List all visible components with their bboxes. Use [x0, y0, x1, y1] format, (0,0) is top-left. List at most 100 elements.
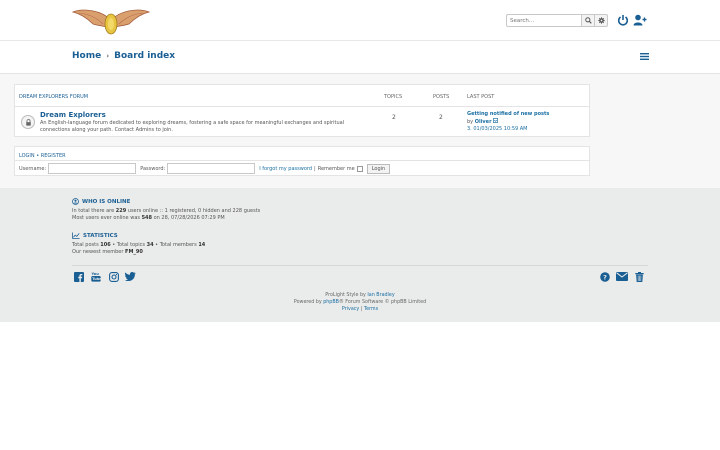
username-label: Username: — [19, 165, 47, 172]
breadcrumb: Home › Board index — [72, 51, 175, 61]
forum-description: An English-language forum dedicated to e… — [40, 120, 345, 133]
stat-topics-label: • Total topics — [110, 242, 147, 248]
login-link[interactable]: LOGIN — [19, 153, 35, 159]
search-box — [506, 14, 608, 27]
instagram-icon — [108, 271, 119, 282]
stat-topics: 34 — [146, 242, 154, 248]
delete-cookies-link[interactable] — [633, 270, 646, 283]
power-icon — [617, 15, 629, 26]
col-last-post: LAST POST — [467, 94, 495, 100]
twitter-icon — [125, 272, 136, 281]
statistics-title: STATISTICS — [83, 232, 118, 239]
forum-category-link[interactable]: DREAM EXPLORERS FORUM — [19, 94, 88, 100]
login-power-button[interactable] — [616, 13, 630, 27]
password-label: Password: — [140, 165, 166, 172]
newest-member-link[interactable]: FM_90 — [125, 249, 143, 255]
quick-login-panel: LOGIN • REGISTER Username: Password: I f… — [14, 146, 590, 176]
users-icon — [72, 198, 79, 205]
statistics-heading: STATISTICS — [72, 232, 118, 239]
instagram-link[interactable] — [107, 270, 120, 283]
stat-posts: 106 — [100, 242, 111, 248]
forgot-password-link[interactable]: I forgot my password — [259, 166, 312, 172]
online-stats-text: In total there are 229 users online :: 1… — [72, 208, 260, 222]
phpbb-link[interactable]: phpBB — [323, 300, 339, 305]
password-field[interactable] — [167, 163, 256, 174]
trash-icon — [635, 271, 644, 282]
last-post-title-link[interactable]: Getting notified of new posts — [467, 111, 549, 117]
forum-row: Dream Explorers An English-language foru… — [15, 107, 589, 137]
online-line1-a: In total there are — [72, 208, 116, 214]
statistics-text: Total posts 106 • Total topics 34 • Tota… — [72, 242, 205, 256]
top-header — [0, 0, 720, 41]
terms-link[interactable]: Terms — [364, 307, 378, 312]
svg-text:You: You — [91, 272, 99, 276]
register-link[interactable]: REGISTER — [41, 153, 66, 159]
lock-icon — [25, 118, 31, 126]
forum-list: DREAM EXPLORERS FORUM TOPICS POSTS LAST … — [14, 84, 590, 137]
advanced-search-button[interactable] — [595, 14, 608, 27]
stat-posts-label: Total posts — [72, 242, 101, 248]
online-line1-b: users online :: 1 registered, 0 hidden a… — [126, 208, 261, 214]
login-form: Username: Password: I forgot my password… — [19, 163, 391, 174]
page-bottom-blank — [0, 322, 720, 450]
last-post-info: Getting notified of new posts by Oliver … — [467, 111, 549, 133]
remember-me-label: Remember me — [317, 165, 355, 172]
login-bullet: • — [36, 153, 40, 159]
privacy-link[interactable]: Privacy — [342, 307, 359, 312]
remember-me-checkbox[interactable] — [356, 165, 363, 172]
search-button[interactable] — [582, 14, 595, 27]
search-input[interactable] — [506, 14, 582, 27]
contact-link[interactable] — [615, 270, 628, 283]
stat-members-label: • Total members — [153, 242, 199, 248]
forum-topics-count: 2 — [392, 114, 396, 121]
login-pipe: | — [314, 165, 316, 172]
envelope-icon — [615, 272, 628, 281]
col-topics: TOPICS — [384, 94, 403, 100]
facebook-link[interactable] — [72, 270, 85, 283]
credit-style-author-link[interactable]: Ian Bradley — [367, 293, 394, 298]
view-latest-post-icon[interactable] — [493, 118, 499, 123]
login-button[interactable]: Login — [366, 163, 391, 174]
forum-posts-count: 2 — [439, 114, 443, 121]
register-user-icon — [633, 14, 647, 26]
stat-members: 14 — [198, 242, 206, 248]
login-divider — [15, 160, 589, 161]
who-is-online-heading: WHO IS ONLINE — [72, 198, 130, 205]
breadcrumb-separator: › — [106, 52, 110, 60]
last-post-author-link[interactable]: Oliver — [475, 119, 492, 125]
faq-link[interactable]: ? — [598, 270, 611, 283]
help-icon: ? — [599, 271, 610, 282]
credit-powered-text: Powered by — [293, 300, 324, 305]
forum-title-link[interactable]: Dream Explorers — [40, 111, 106, 119]
username-field[interactable] — [48, 163, 137, 174]
youtube-icon: YouTube — [91, 272, 101, 282]
newest-member-label: Our newest member — [72, 249, 126, 255]
breadcrumb-home[interactable]: Home — [72, 51, 101, 61]
last-post-by: by — [467, 119, 474, 125]
svg-text:?: ? — [603, 273, 607, 281]
col-posts: POSTS — [433, 94, 450, 100]
who-is-online-title[interactable]: WHO IS ONLINE — [82, 199, 130, 205]
online-line2-a: Most users ever online was — [72, 215, 142, 221]
search-icon — [584, 17, 592, 24]
nav-bar: Home › Board index — [0, 41, 720, 74]
login-header: LOGIN • REGISTER — [19, 153, 66, 159]
chart-icon — [72, 232, 80, 239]
breadcrumb-board-index[interactable]: Board index — [114, 51, 175, 61]
forum-status — [21, 115, 35, 129]
online-line2-b: on 28, 07/28/2026 07:29 PM — [152, 215, 225, 221]
forum-list-header: DREAM EXPLORERS FORUM TOPICS POSTS LAST … — [15, 85, 589, 107]
online-record-count: 548 — [141, 215, 153, 221]
last-post-date: 3. 01/03/2025 10:59 AM — [467, 126, 528, 132]
twitter-link[interactable] — [124, 270, 137, 283]
gear-icon — [597, 17, 605, 24]
register-button[interactable] — [633, 13, 647, 27]
online-total-count: 229 — [115, 208, 127, 214]
hamburger-menu-icon[interactable] — [640, 52, 649, 61]
credit-style-text: ProLight Style by — [325, 293, 368, 298]
footer-divider — [72, 265, 648, 266]
svg-text:Tube: Tube — [92, 277, 101, 281]
site-logo[interactable] — [71, 6, 151, 36]
credit-powered-rest: ® Forum Software © phpBB Limited — [338, 300, 427, 305]
youtube-link[interactable]: You Tube — [89, 270, 102, 283]
